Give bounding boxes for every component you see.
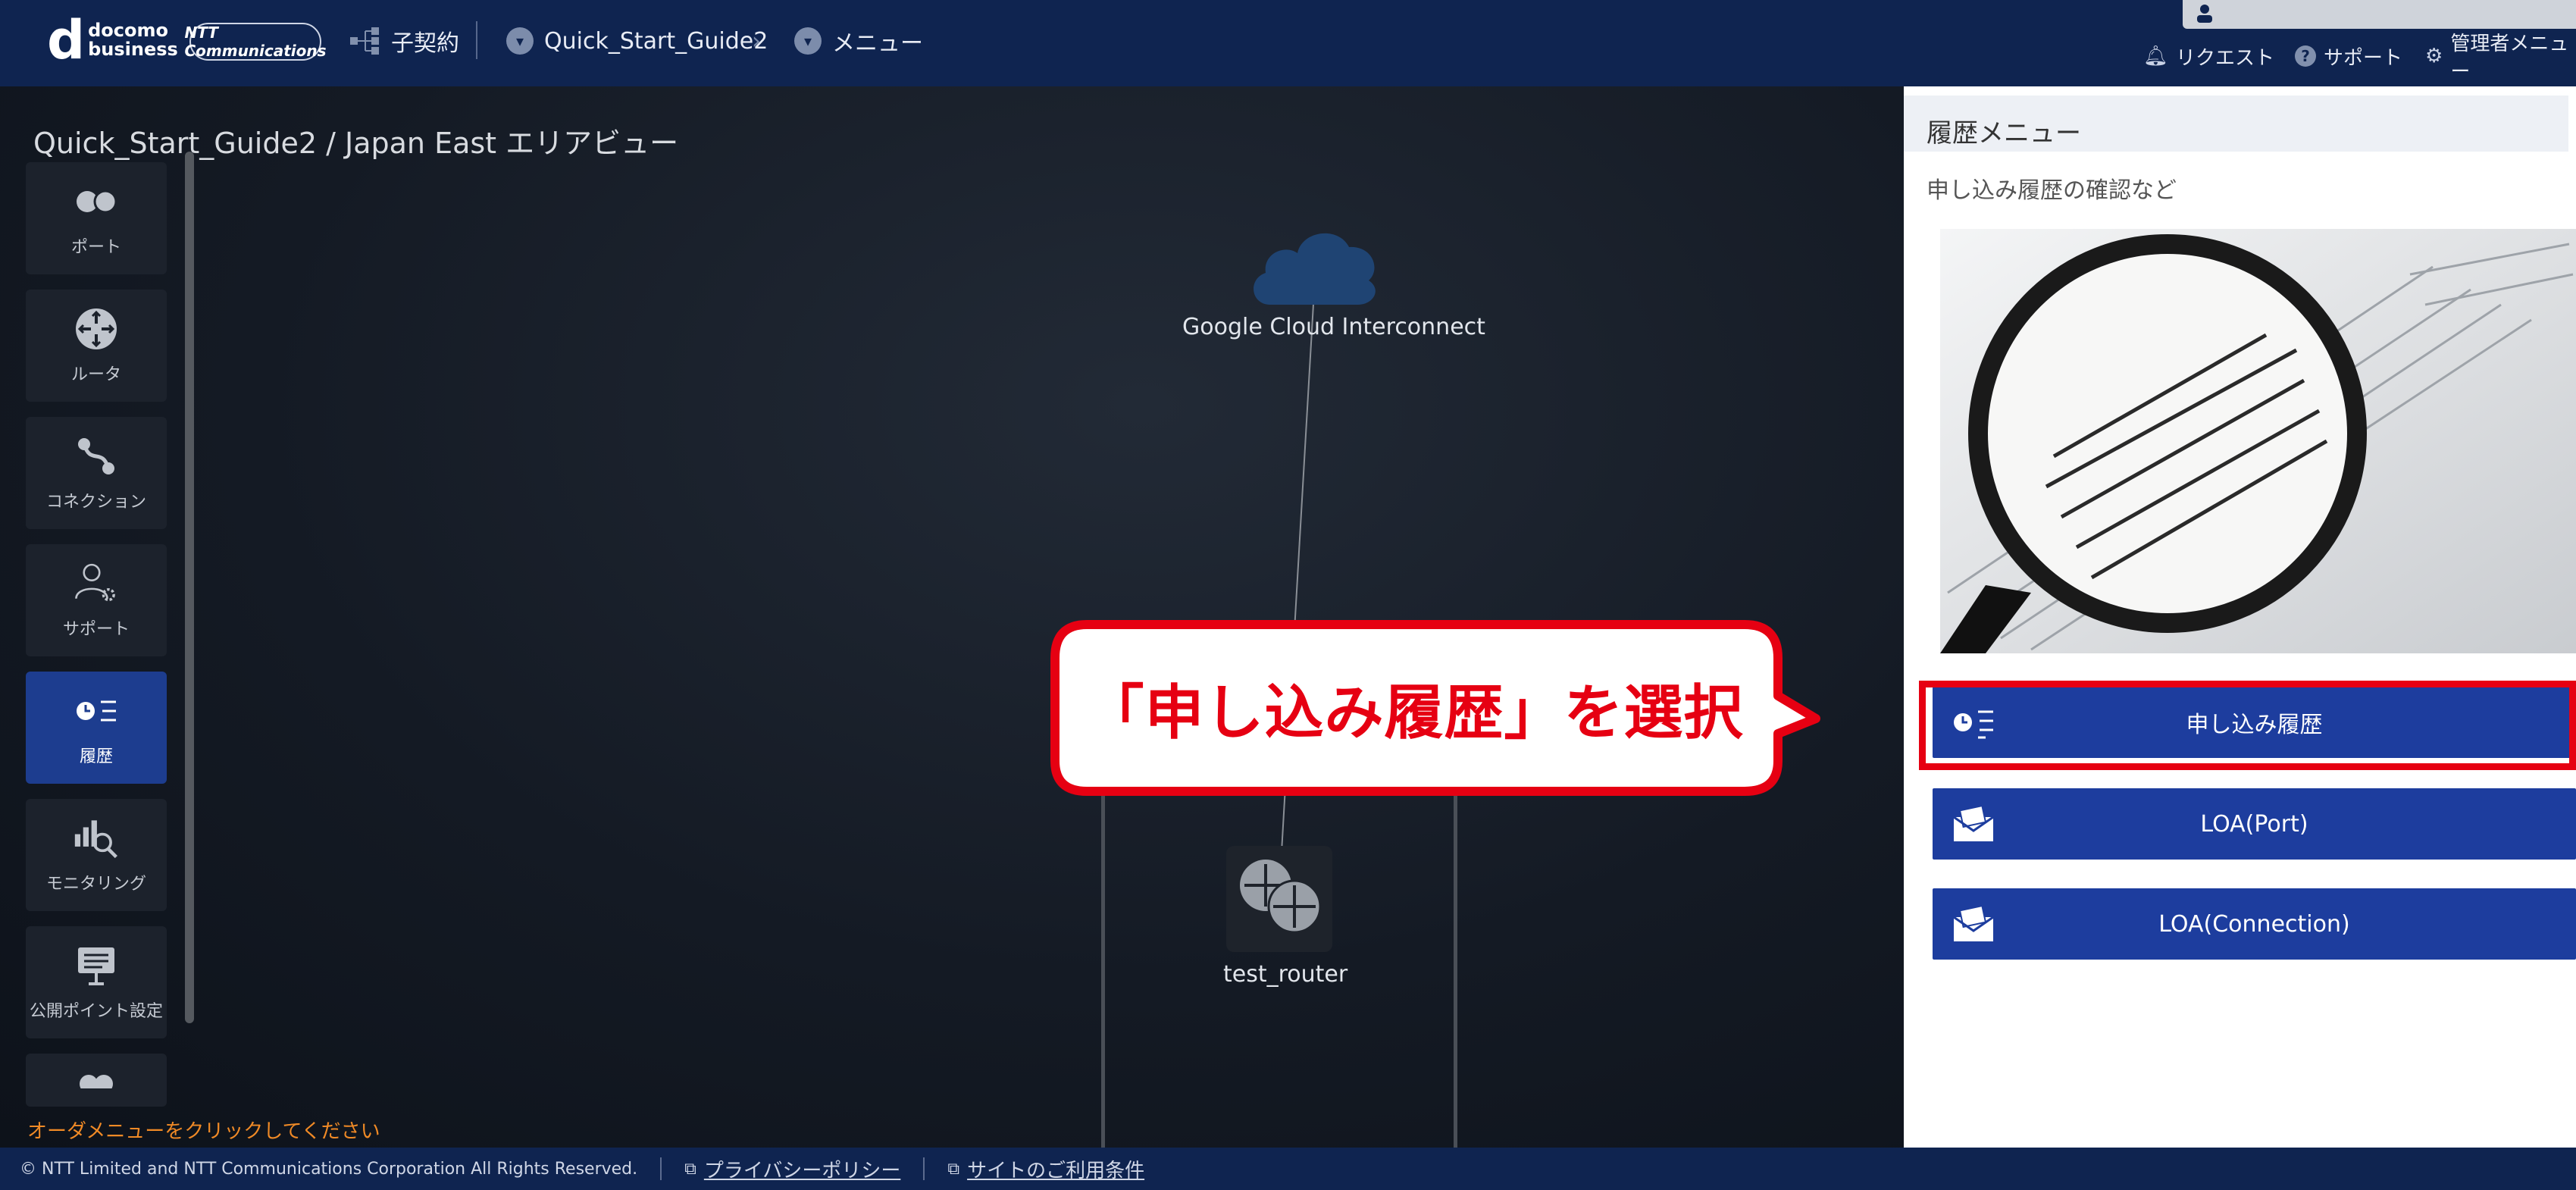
magnifier-document-image: [1940, 229, 2576, 653]
external-link-icon: ⧉: [947, 1159, 960, 1179]
panel-title: 履歴メニュー: [1904, 96, 2568, 152]
user-box[interactable]: [2183, 0, 2576, 29]
docomo-business-logo[interactable]: d docomo business: [47, 14, 178, 67]
admin-menu-label: 管理者メニュー: [2450, 33, 2569, 83]
external-link-icon: ⧉: [684, 1159, 696, 1179]
logo-line2: business: [88, 39, 178, 60]
logo-line1: docomo: [88, 20, 168, 41]
router-icon: [1240, 860, 1322, 934]
footer-divider: [923, 1157, 925, 1180]
bell-icon: 🔔︎: [2143, 45, 2169, 67]
gear-icon: ⚙: [2425, 45, 2443, 67]
help-icon: ?: [2295, 45, 2316, 67]
chevron-down-circle-icon: ▾: [794, 27, 822, 55]
user-icon: [2197, 5, 2212, 23]
ntt-communications-logo: NTT Communications: [184, 23, 327, 61]
loa-port-label: LOA(Port): [2200, 810, 2308, 838]
hierarchy-icon: [350, 27, 379, 55]
top-header: d docomo business NTT Communications 子契約…: [0, 0, 2576, 86]
nav-contract-selector[interactable]: ▾ Quick_Start_Guide2: [506, 20, 768, 62]
footer-divider: [660, 1157, 662, 1180]
mail-doc-icon: [1953, 805, 1994, 841]
loa-port-button[interactable]: LOA(Port): [1933, 788, 2576, 860]
nav-menu-selector[interactable]: ▾ メニュー: [794, 20, 923, 62]
support-label: サポート: [2324, 46, 2403, 70]
area-view-canvas[interactable]: Quick_Start_Guide2 / Japan East エリアビュー ポ…: [0, 86, 1904, 1163]
privacy-policy-link[interactable]: プライバシーポリシー: [704, 1155, 900, 1183]
footer: © NTT Limited and NTT Communications Cor…: [0, 1148, 2576, 1190]
logo-d: d: [47, 9, 86, 71]
chevron-down-circle-icon: ▾: [506, 27, 534, 55]
highlight-frame: [1919, 681, 2576, 770]
order-message: オーダメニューをクリックしてください: [27, 1120, 380, 1143]
mail-doc-icon: [1953, 905, 1994, 941]
connection-lines: [1281, 303, 1314, 853]
nav-sub-contract[interactable]: 子契約: [349, 20, 459, 62]
loa-connection-button[interactable]: LOA(Connection): [1933, 888, 2576, 960]
nav-sub-contract-label: 子契約: [391, 30, 459, 57]
terms-link[interactable]: サイトのご利用条件: [967, 1155, 1144, 1183]
support-link[interactable]: ? サポート: [2295, 41, 2402, 71]
breadcrumb-separator-icon: ›: [752, 27, 761, 55]
panel-subtitle: 申し込み履歴の確認など: [1927, 177, 2177, 204]
router-node[interactable]: [1226, 846, 1332, 952]
router-node-label: test_router: [1223, 961, 1348, 988]
callout-text: 「申し込み履歴」を選択: [1085, 679, 1744, 747]
history-menu-panel: 履歴メニュー 申し込み履歴の確認など 申し込み履歴 LOA(Port) LOA(…: [1904, 86, 2576, 1148]
loa-connection-label: LOA(Connection): [2158, 910, 2350, 938]
nav-contract-label: Quick_Start_Guide2: [544, 27, 768, 55]
cloud-icon[interactable]: [1247, 223, 1382, 306]
copyright-text: © NTT Limited and NTT Communications Cor…: [20, 1159, 638, 1179]
nav-menu-label: メニュー: [832, 30, 923, 57]
cloud-node-label: Google Cloud Interconnect: [1182, 314, 1485, 340]
header-divider: [476, 21, 477, 59]
request-link[interactable]: 🔔︎ リクエスト: [2143, 41, 2274, 71]
admin-menu-link[interactable]: ⚙ 管理者メニュー: [2425, 33, 2576, 83]
request-label: リクエスト: [2176, 46, 2275, 70]
